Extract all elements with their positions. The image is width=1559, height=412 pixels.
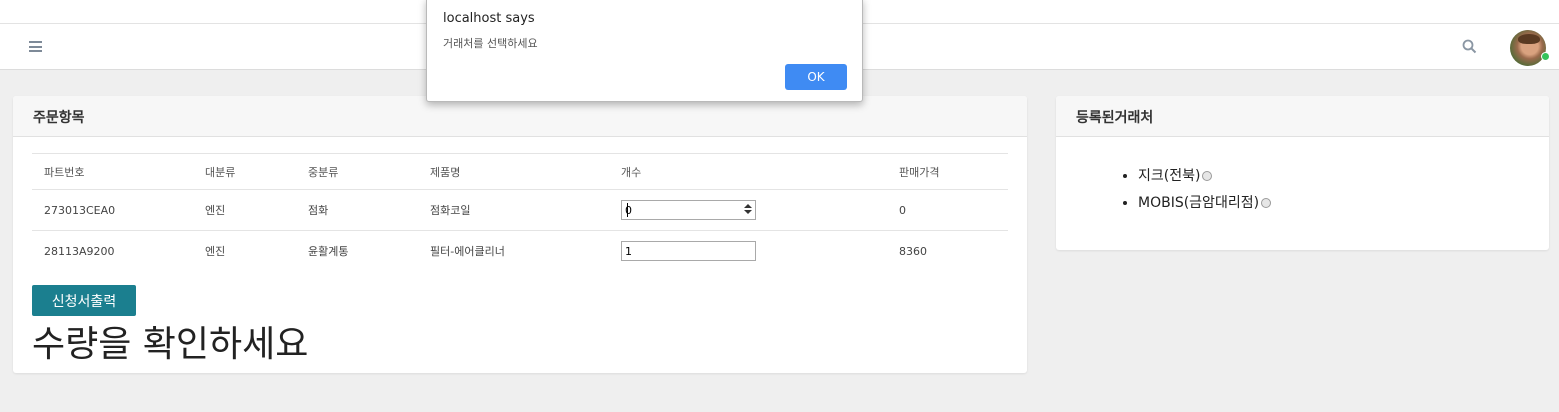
registered-vendors-card: 등록된거래처 지크(전북) MOBIS(금암대리점) <box>1056 96 1549 250</box>
cell-part-no: 273013CEA0 <box>32 189 193 231</box>
column-header-product: 제품명 <box>418 153 609 190</box>
qty-input[interactable] <box>621 200 756 220</box>
dialog-title: localhost says <box>443 11 535 26</box>
column-header-qty: 개수 <box>609 153 887 190</box>
cell-price: 0 <box>887 189 1008 231</box>
order-table: 파트번호 대분류 중분류 제품명 개수 판매가격 273013CEA0 엔진 점… <box>32 153 1008 272</box>
cell-qty <box>609 189 887 231</box>
spin-down-icon[interactable] <box>743 210 752 214</box>
vendor-list: 지크(전북) MOBIS(금암대리점) <box>1138 167 1272 221</box>
search-icon[interactable] <box>1462 39 1477 54</box>
cell-price: 8360 <box>899 244 927 258</box>
alert-dialog: localhost says 거래처를 선택하세요 OK <box>426 0 863 102</box>
column-header-major: 대분류 <box>193 153 296 190</box>
vendor-name: 지크(전북) <box>1138 168 1201 184</box>
vendor-name: MOBIS(금암대리점) <box>1138 195 1260 211</box>
cell-minor: 점화 <box>296 189 418 231</box>
column-header-minor: 중분류 <box>296 153 418 190</box>
order-items-title: 주문항목 <box>13 96 1027 137</box>
cell-minor: 윤활계통 <box>308 245 349 259</box>
vendor-radio[interactable] <box>1202 171 1213 181</box>
user-avatar[interactable] <box>1510 30 1546 66</box>
cell-qty <box>609 231 887 272</box>
online-status-dot <box>1541 52 1550 61</box>
hamburger-icon[interactable] <box>29 41 42 52</box>
cell-major: 엔진 <box>205 245 226 259</box>
table-header-row: 파트번호 대분류 중분류 제품명 개수 판매가격 <box>32 153 1008 190</box>
cell-product: 필터-에어클리너 <box>430 245 505 259</box>
dialog-message: 거래처를 선택하세요 <box>443 37 538 50</box>
spin-buttons[interactable] <box>742 203 753 217</box>
order-items-card: 주문항목 파트번호 대분류 중분류 제품명 개수 판매가격 273013CEA0… <box>13 96 1027 373</box>
cell-product: 점화코일 <box>418 189 609 231</box>
list-item: MOBIS(금암대리점) <box>1138 194 1272 221</box>
column-header-part-no: 파트번호 <box>32 153 193 190</box>
print-application-button[interactable]: 신청서출력 <box>32 285 136 316</box>
list-item: 지크(전북) <box>1138 167 1271 194</box>
qty-stepper[interactable] <box>621 200 756 220</box>
table-row: 273013CEA0 엔진 점화 점화코일 0 <box>32 189 1008 231</box>
column-header-price: 판매가격 <box>887 153 1008 190</box>
text-cursor <box>627 203 628 217</box>
cell-major: 엔진 <box>193 189 296 231</box>
ok-button[interactable]: OK <box>785 64 847 90</box>
qty-input[interactable] <box>621 241 756 262</box>
table-row: 28113A9200 엔진 윤활계통 필터-에어클리너 8360 <box>32 231 1008 272</box>
registered-vendors-title: 등록된거래처 <box>1056 96 1549 137</box>
spin-up-icon[interactable] <box>743 204 752 208</box>
quantity-warning-text: 수량을 확인하세요 <box>32 324 309 365</box>
vendor-radio[interactable] <box>1261 198 1272 208</box>
cell-part-no: 28113A9200 <box>44 244 115 258</box>
